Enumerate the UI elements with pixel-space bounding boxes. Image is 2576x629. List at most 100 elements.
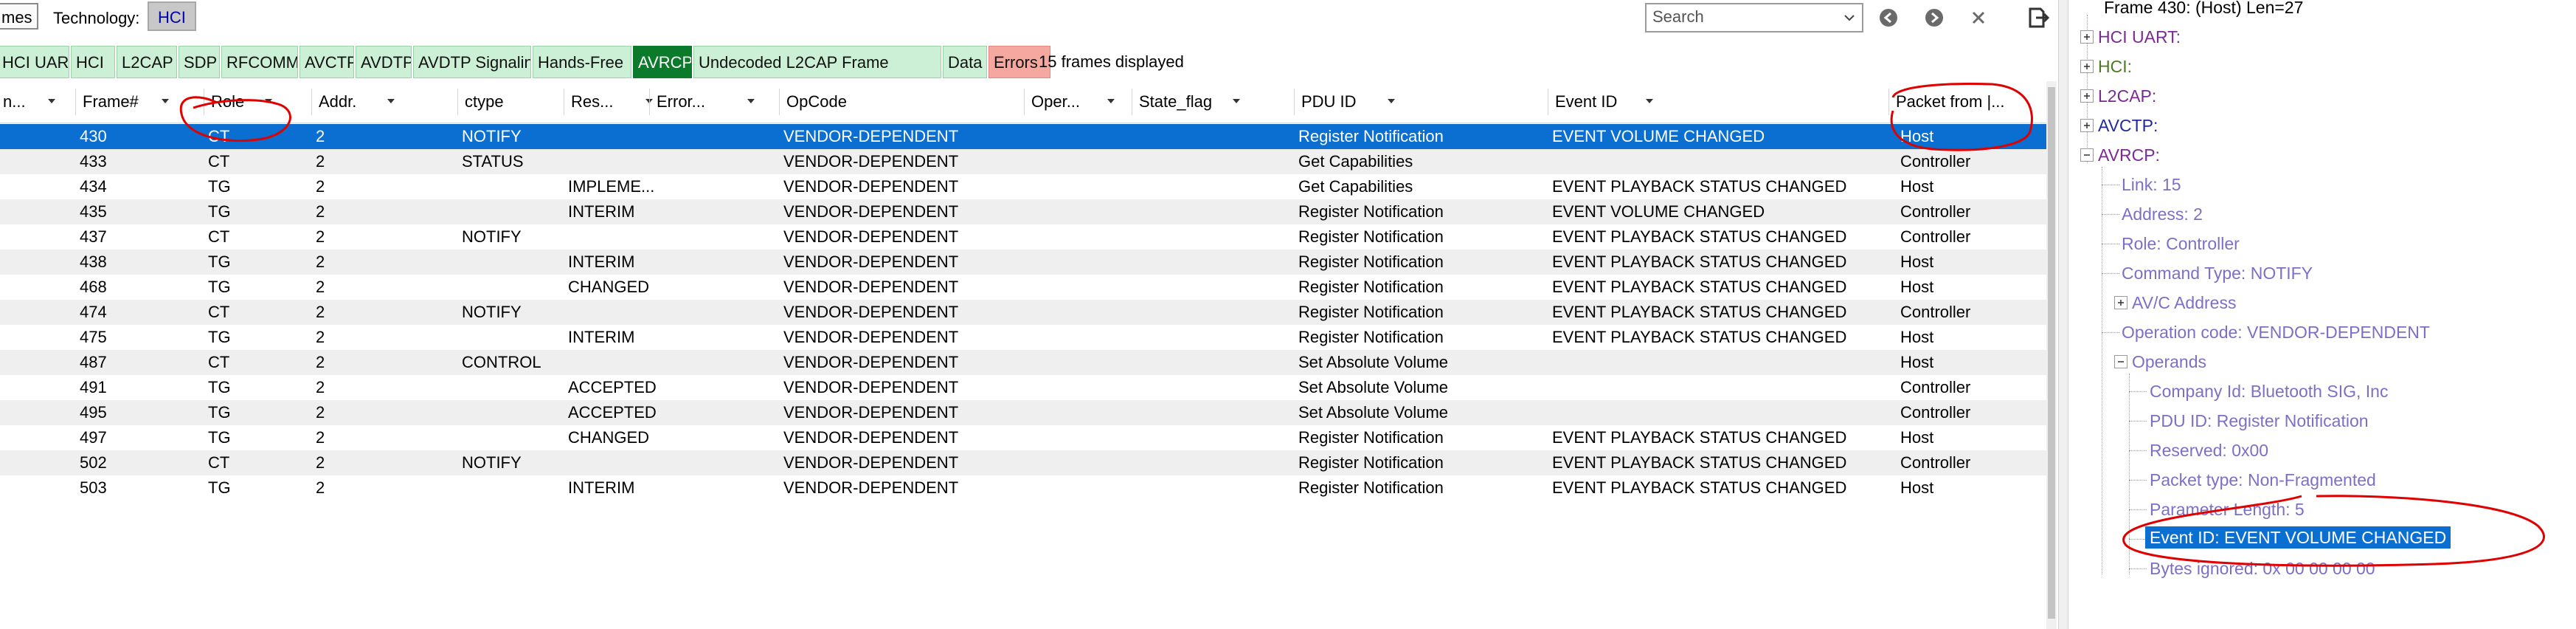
column-separator[interactable] [1024, 89, 1025, 115]
column-header[interactable]: Event ID [1552, 81, 1887, 123]
table-row[interactable]: 438 TG 2 INTERIM VENDOR-DEPENDENT Register No… [0, 250, 2048, 275]
column-header[interactable]: Error... [654, 81, 778, 123]
filter-dropdown-icon[interactable] [161, 98, 170, 104]
table-row[interactable]: 502 CT 2 NOTIFY VENDOR-DEPENDENT Register Not… [0, 450, 2048, 475]
column-header[interactable]: Frame# [80, 81, 202, 123]
table-row[interactable]: 468 TG 2 CHANGED VENDOR-DEPENDENT Register No… [0, 275, 2048, 300]
search-box[interactable] [1645, 3, 1863, 32]
filter-dropdown-icon[interactable] [1645, 98, 1654, 104]
cell-from: Host [1900, 428, 1934, 447]
tree-node-hci[interactable]: HCI: [2098, 52, 2132, 81]
column-header[interactable]: Addr. [316, 81, 456, 123]
collapse-minus-icon[interactable] [2080, 148, 2094, 162]
filter-dropdown-icon[interactable] [264, 98, 273, 104]
expand-plus-icon[interactable] [2080, 119, 2094, 132]
filter-dropdown-icon[interactable] [747, 98, 755, 104]
column-header[interactable]: OpCode [783, 81, 1022, 123]
column-header[interactable]: Packet from |... [1893, 81, 2037, 123]
filter-tab-avdtp-signaling[interactable]: AVDTP Signaling [413, 46, 531, 78]
expand-plus-icon[interactable] [2080, 30, 2094, 44]
column-separator[interactable] [1294, 89, 1295, 115]
cell-frame: 434 [80, 177, 107, 196]
filter-tab-data[interactable]: Data [943, 46, 987, 78]
tree-node-hci-uart[interactable]: HCI UART: [2098, 22, 2181, 52]
tree-leaf-link[interactable]: Link: 15 [2122, 170, 2181, 199]
filter-tab-sdp[interactable]: SDP [179, 46, 220, 78]
search-input[interactable] [1647, 4, 1835, 30]
tree-node-operands[interactable]: Operands [2132, 347, 2206, 377]
column-header[interactable]: n... [0, 81, 74, 123]
table-row[interactable]: 495 TG 2 ACCEPTED VENDOR-DEPENDENT Set Absolu… [0, 400, 2048, 425]
collapse-minus-icon[interactable] [2114, 355, 2127, 368]
tree-node-l2cap[interactable]: L2CAP: [2098, 81, 2156, 111]
technology-selector[interactable]: HCI [148, 1, 196, 31]
vertical-scrollbar[interactable] [2046, 81, 2057, 629]
column-header[interactable]: PDU ID [1298, 81, 1546, 123]
column-separator[interactable] [457, 89, 458, 115]
chevron-down-icon[interactable] [1841, 10, 1857, 26]
filter-dropdown-icon[interactable] [1107, 98, 1115, 104]
forward-arrow-icon[interactable] [1919, 3, 1949, 32]
frames-button[interactable]: mes [0, 3, 38, 30]
table-row[interactable]: 474 CT 2 NOTIFY VENDOR-DEPENDENT Register Not… [0, 300, 2048, 325]
table-row[interactable]: 503 TG 2 INTERIM VENDOR-DEPENDENT Register No… [0, 475, 2048, 501]
tree-leaf-command-type[interactable]: Command Type: NOTIFY [2122, 258, 2313, 288]
filter-dropdown-icon[interactable] [47, 98, 56, 104]
table-row[interactable]: 475 TG 2 INTERIM VENDOR-DEPENDENT Register No… [0, 325, 2048, 350]
export-icon[interactable] [2023, 3, 2052, 32]
tree-node-av-c-address[interactable]: AV/C Address [2132, 288, 2236, 317]
table-row[interactable]: 434 TG 2 IMPLEME... VENDOR-DEPENDENT Get Capa… [0, 174, 2048, 199]
tree-leaf-pdu-id[interactable]: PDU ID: Register Notification [2150, 406, 2369, 436]
tree-leaf-bytes-ignored[interactable]: Bytes ignored: 0x 00 00 00 00 [2150, 554, 2375, 583]
column-header[interactable]: ctype [462, 81, 562, 123]
tree-leaf-parameter-length[interactable]: Parameter Length: 5 [2150, 495, 2305, 524]
scrollbar-thumb[interactable] [2048, 87, 2055, 619]
column-separator[interactable] [311, 89, 312, 115]
expand-plus-icon[interactable] [2114, 296, 2127, 309]
tree-leaf-company-id[interactable]: Company Id: Bluetooth SIG, Inc [2150, 377, 2388, 406]
column-separator[interactable] [75, 89, 76, 115]
tree-leaf-role[interactable]: Role: Controller [2122, 229, 2240, 258]
cell-event: EVENT PLAYBACK STATUS CHANGED [1552, 227, 1847, 246]
filter-tab-rfcomm[interactable]: RFCOMM [221, 46, 298, 78]
pane-splitter[interactable] [2058, 0, 2068, 629]
filter-tab-avrcp[interactable]: AVRCP [633, 46, 692, 78]
filter-tab-undecoded-l2cap-frame[interactable]: Undecoded L2CAP Frame [693, 46, 941, 78]
tree-leaf-event-id[interactable]: Event ID: EVENT VOLUME CHANGED [2145, 526, 2451, 549]
back-arrow-icon[interactable] [1874, 3, 1903, 32]
column-header[interactable]: Res... [568, 81, 648, 123]
tree-leaf-address[interactable]: Address: 2 [2122, 199, 2203, 229]
filter-tab-l2cap[interactable]: L2CAP [117, 46, 177, 78]
table-row[interactable]: 437 CT 2 NOTIFY VENDOR-DEPENDENT Register Not… [0, 224, 2048, 250]
column-separator[interactable] [1888, 89, 1889, 115]
filter-tab-hci-uart[interactable]: HCI UART [0, 46, 69, 78]
expand-plus-icon[interactable] [2080, 89, 2094, 103]
table-row[interactable]: 487 CT 2 CONTROL VENDOR-DEPENDENT Set Absolut… [0, 350, 2048, 375]
column-separator[interactable] [649, 89, 650, 115]
column-header[interactable]: Role [208, 81, 310, 123]
filter-dropdown-icon[interactable] [1387, 98, 1396, 104]
table-row[interactable]: 435 TG 2 INTERIM VENDOR-DEPENDENT Register No… [0, 199, 2048, 224]
tree-leaf-packet-type[interactable]: Packet type: Non-Fragmented [2150, 465, 2376, 495]
tree-node-avrcp[interactable]: AVRCP: [2098, 140, 2160, 170]
filter-tab-hci[interactable]: HCI [71, 46, 115, 78]
table-row[interactable]: 433 CT 2 STATUS VENDOR-DEPENDENT Get Capabili… [0, 149, 2048, 174]
column-header-label: PDU ID [1301, 92, 1357, 111]
expand-plus-icon[interactable] [2080, 60, 2094, 73]
close-icon[interactable] [1964, 3, 1993, 32]
table-row[interactable]: 430 CT 2 NOTIFY VENDOR-DEPENDENT Register Not… [0, 124, 2048, 149]
tree-node-avctp[interactable]: AVCTP: [2098, 111, 2158, 140]
tree-leaf-reserved[interactable]: Reserved: 0x00 [2150, 436, 2268, 465]
column-separator[interactable] [779, 89, 780, 115]
tree-leaf-operation-code[interactable]: Operation code: VENDOR-DEPENDENT [2122, 317, 2430, 347]
column-header[interactable]: State_flag [1136, 81, 1292, 123]
filter-dropdown-icon[interactable] [1232, 98, 1241, 104]
filter-tab-hands-free[interactable]: Hands-Free [533, 46, 631, 78]
table-row[interactable]: 491 TG 2 ACCEPTED VENDOR-DEPENDENT Set Absolu… [0, 375, 2048, 400]
tree-leaf-event-id-selected[interactable]: Event ID: EVENT VOLUME CHANGED [2145, 523, 2451, 552]
table-row[interactable]: 497 TG 2 CHANGED VENDOR-DEPENDENT Register No… [0, 425, 2048, 450]
filter-tab-avdtp[interactable]: AVDTP [356, 46, 412, 78]
cell-event: EVENT PLAYBACK STATUS CHANGED [1552, 278, 1847, 296]
filter-dropdown-icon[interactable] [387, 98, 395, 104]
filter-tab-avctp[interactable]: AVCTP [300, 46, 354, 78]
